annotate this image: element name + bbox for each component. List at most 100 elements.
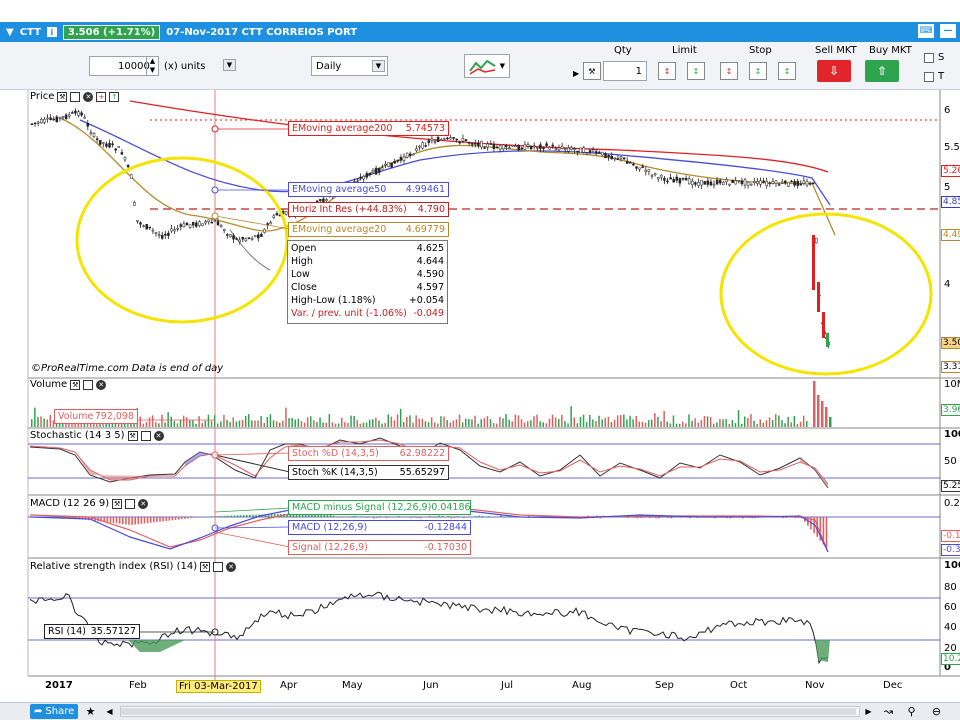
horiz-res-box: Horiz Int Res (+44.83%) 4.790 <box>288 202 449 217</box>
window-icon[interactable] <box>83 379 94 390</box>
period-select[interactable]: Daily ▼ <box>311 56 388 76</box>
volume-bar <box>793 416 796 427</box>
qty-input[interactable]: 1 <box>603 61 647 81</box>
chart-style-button[interactable]: ▼ <box>464 54 510 78</box>
volume-bar <box>806 421 808 427</box>
wrench-icon[interactable]: ⚒ <box>127 430 138 441</box>
chart-style-dropdown-icon[interactable]: ▼ <box>500 62 505 70</box>
scrollbar-thumb[interactable] <box>121 708 856 715</box>
candle-body <box>477 142 480 146</box>
close-icon[interactable]: ✕ <box>226 561 237 572</box>
stop-buy-icon[interactable]: ↕ <box>749 62 767 80</box>
chart-canvas[interactable] <box>0 90 960 702</box>
candle-body <box>319 199 322 201</box>
volume-bar <box>604 417 606 427</box>
scroll-right-icon[interactable]: ▶ <box>862 705 875 718</box>
macd-histogram-bar <box>174 517 177 520</box>
stoch-fill <box>75 452 150 480</box>
candle-body <box>92 133 96 137</box>
close-icon[interactable]: ✕ <box>138 498 149 509</box>
candle-body <box>734 180 737 185</box>
price-title: Price <box>30 91 55 102</box>
volume-bar <box>421 418 424 427</box>
wrench-icon[interactable]: ⚒ <box>57 91 68 102</box>
volume-bar <box>817 395 820 427</box>
candle-body <box>539 144 542 149</box>
macd-histogram-bar <box>354 515 357 517</box>
scroll-left-icon[interactable]: ◀ <box>103 705 116 718</box>
symbol-label[interactable]: CTT <box>20 27 41 38</box>
stop-sell-icon[interactable]: ↕ <box>720 62 738 80</box>
quantity-spinner-icon[interactable]: ▲ ▼ <box>146 57 158 75</box>
zoom-out-icon[interactable]: ⊖ <box>930 705 943 718</box>
window-menu-icon[interactable]: ▼ <box>6 27 14 38</box>
volume-bar <box>46 419 48 427</box>
candle-body <box>610 155 613 160</box>
info-icon[interactable]: i <box>46 27 57 37</box>
close-icon[interactable]: ✕ <box>83 91 94 102</box>
wrench-icon[interactable]: ⚒ <box>200 561 211 572</box>
ema50-box: EMoving average50 4.99461 <box>288 182 449 197</box>
auto-scroll-icon[interactable]: ↝ <box>882 705 895 718</box>
candle-body <box>588 150 592 153</box>
macd-hist-label: MACD minus Signal (12,26,9) <box>292 502 432 513</box>
period-dropdown-icon[interactable]: ▼ <box>372 60 385 72</box>
close-icon[interactable]: ✕ <box>96 379 107 390</box>
volume-bar <box>502 418 504 427</box>
macd-histogram-bar <box>351 516 353 517</box>
horizontal-scrollbar[interactable] <box>120 706 860 717</box>
quantity-field[interactable]: 10000 ▲ ▼ <box>89 56 159 76</box>
candle-body <box>663 178 666 181</box>
window-icon[interactable] <box>213 561 224 572</box>
macd-histogram-bar <box>370 516 372 518</box>
volume-bar <box>647 420 650 427</box>
instrument-description: 07-Nov-2017 CTT CORREIOS PORT <box>166 26 358 38</box>
limit-sell-icon[interactable]: ↕ <box>658 62 676 80</box>
candle-body <box>684 177 688 181</box>
candle-body <box>198 221 201 226</box>
keyboard-icon[interactable]: ⌨ <box>918 24 934 38</box>
add-indicator-icon[interactable]: + <box>96 91 107 102</box>
macd-histogram-bar <box>109 517 112 523</box>
candle-body <box>235 238 238 240</box>
macd-value: -0.12844 <box>424 522 467 533</box>
macd-histogram-bar <box>407 516 409 518</box>
macd-histogram-bar <box>128 517 130 525</box>
zoom-area-icon[interactable]: ⚲ <box>905 705 918 718</box>
macd-histogram-bar <box>633 517 636 518</box>
arrow-up-icon[interactable]: ↑ <box>109 91 120 102</box>
limit-buy-icon[interactable]: ↕ <box>687 62 705 80</box>
candle-body <box>780 181 784 184</box>
buy-market-button[interactable]: ⇧ <box>865 60 899 82</box>
volume-bar <box>802 415 805 427</box>
wrench-icon[interactable]: ⚒ <box>70 379 81 390</box>
window-icon[interactable] <box>125 498 136 509</box>
candle-body <box>678 178 682 184</box>
t-checkbox[interactable] <box>924 72 934 82</box>
volume-bar <box>697 422 699 427</box>
stop-limit-icon[interactable]: ↕ <box>778 62 796 80</box>
close-icon[interactable]: ✕ <box>153 430 164 441</box>
wrench-icon[interactable]: ⚒ <box>112 498 123 509</box>
macd-histogram-bar <box>63 517 65 518</box>
sell-market-button[interactable]: ⇩ <box>817 60 851 82</box>
units-select[interactable]: (x) units ▼ <box>160 56 236 76</box>
volume-bar <box>635 415 637 427</box>
units-dropdown-icon[interactable]: ▼ <box>223 59 236 71</box>
s-checkbox[interactable] <box>924 53 934 63</box>
candle-body <box>40 119 43 124</box>
macd-histogram-bar <box>227 515 229 517</box>
toolbar: 10000 ▲ ▼ (x) units ▼ Daily ▼ ▼ ▶ ⚒ Qty 1… <box>0 42 960 90</box>
volume-bar <box>37 416 39 427</box>
window-icon[interactable] <box>140 430 151 441</box>
candle-body <box>129 174 133 179</box>
window-icon[interactable] <box>70 91 81 102</box>
wrench-icon[interactable]: ⚒ <box>583 62 601 80</box>
share-button[interactable]: ➦ Share <box>30 704 79 719</box>
order-panel-arrow-icon[interactable]: ▶ <box>573 69 579 78</box>
candle-body <box>170 228 173 232</box>
volume-bar <box>496 423 498 427</box>
drawing-tools-icon[interactable]: ★ <box>84 705 97 718</box>
minimize-icon[interactable]: — <box>940 24 956 38</box>
candle-body <box>250 237 254 240</box>
